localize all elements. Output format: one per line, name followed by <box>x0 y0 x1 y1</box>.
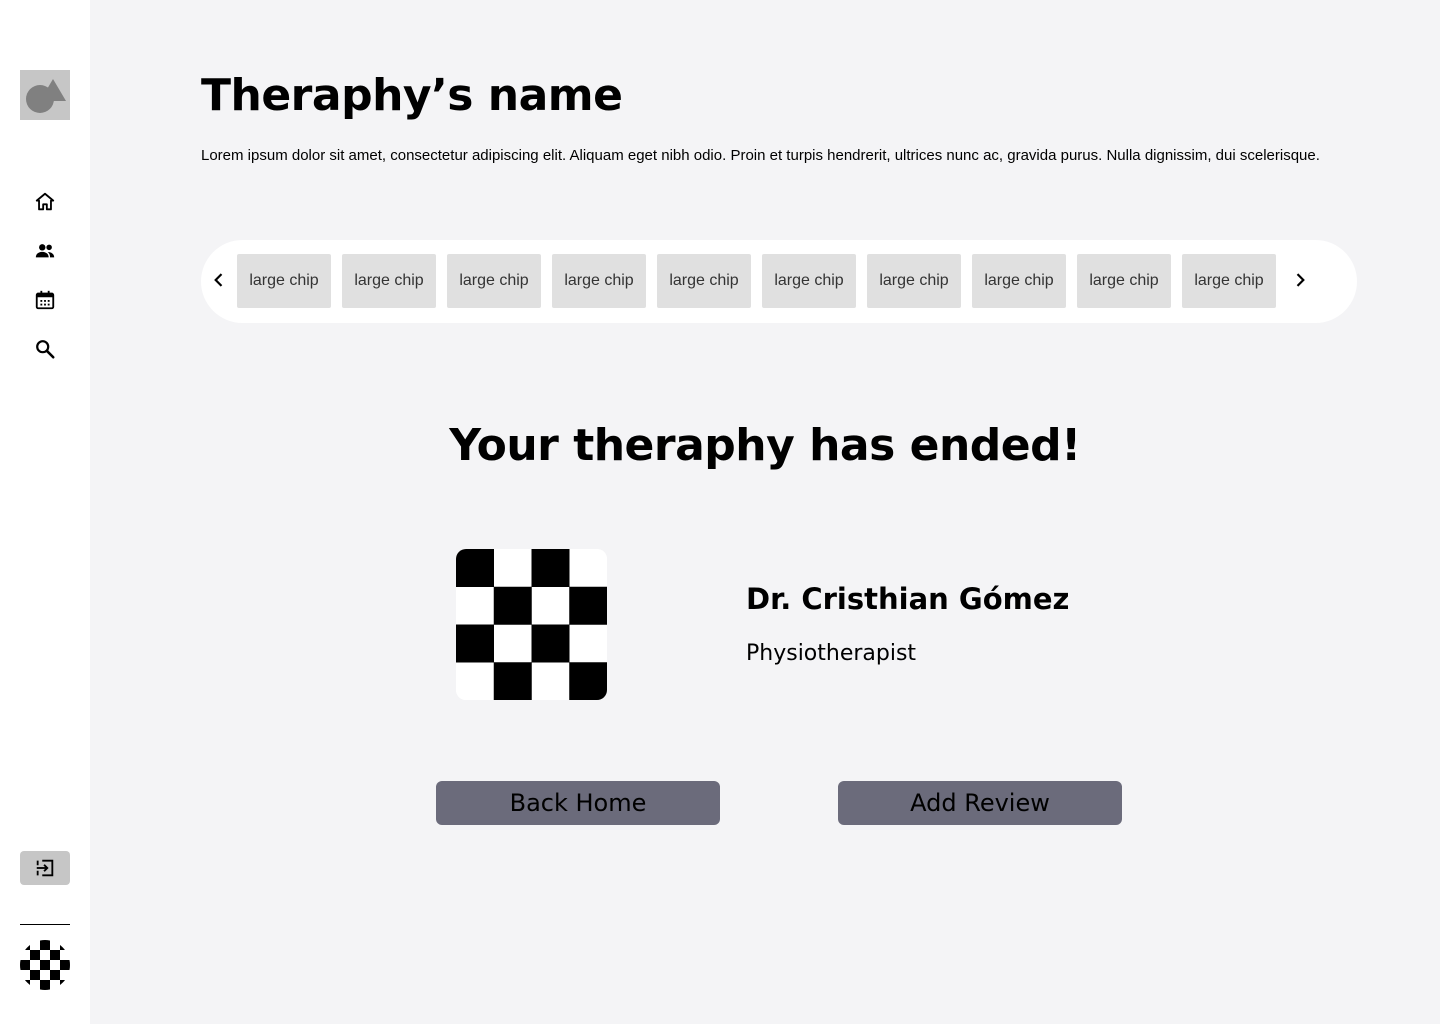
back-home-button[interactable]: Back Home <box>436 781 720 825</box>
chip[interactable]: large chip <box>342 254 436 308</box>
logout-icon <box>36 859 54 877</box>
chip-carousel: large chip large chip large chip large c… <box>201 240 1357 323</box>
sidebar <box>0 0 90 1024</box>
logout-button[interactable] <box>20 851 70 885</box>
chip[interactable]: large chip <box>1182 254 1276 308</box>
doctor-role: Physiotherapist <box>746 641 917 666</box>
chip[interactable]: large chip <box>867 254 961 308</box>
shapes-logo-icon[interactable] <box>20 70 70 120</box>
page-title: Theraphy’s name <box>201 70 623 121</box>
home-icon[interactable] <box>33 190 57 214</box>
chip-list: large chip large chip large chip large c… <box>237 254 1276 308</box>
doctor-name: Dr. Cristhian Gómez <box>746 582 1070 616</box>
chip[interactable]: large chip <box>447 254 541 308</box>
chip[interactable]: large chip <box>657 254 751 308</box>
chip[interactable]: large chip <box>237 254 331 308</box>
chip[interactable]: large chip <box>552 254 646 308</box>
sidebar-divider <box>20 924 70 925</box>
add-review-button[interactable]: Add Review <box>838 781 1122 825</box>
people-icon[interactable] <box>33 239 57 263</box>
chevron-right-icon[interactable] <box>1288 268 1312 292</box>
calendar-icon[interactable] <box>33 288 57 312</box>
chip[interactable]: large chip <box>972 254 1066 308</box>
chip[interactable]: large chip <box>1077 254 1171 308</box>
page-description: Lorem ipsum dolor sit amet, consectetur … <box>201 147 1320 164</box>
chevron-left-icon[interactable] <box>207 268 231 292</box>
chip[interactable]: large chip <box>762 254 856 308</box>
avatar[interactable] <box>20 940 70 990</box>
search-icon[interactable] <box>33 337 57 361</box>
therapy-ended-heading: Your theraphy has ended! <box>449 420 1081 471</box>
doctor-photo <box>456 549 607 700</box>
